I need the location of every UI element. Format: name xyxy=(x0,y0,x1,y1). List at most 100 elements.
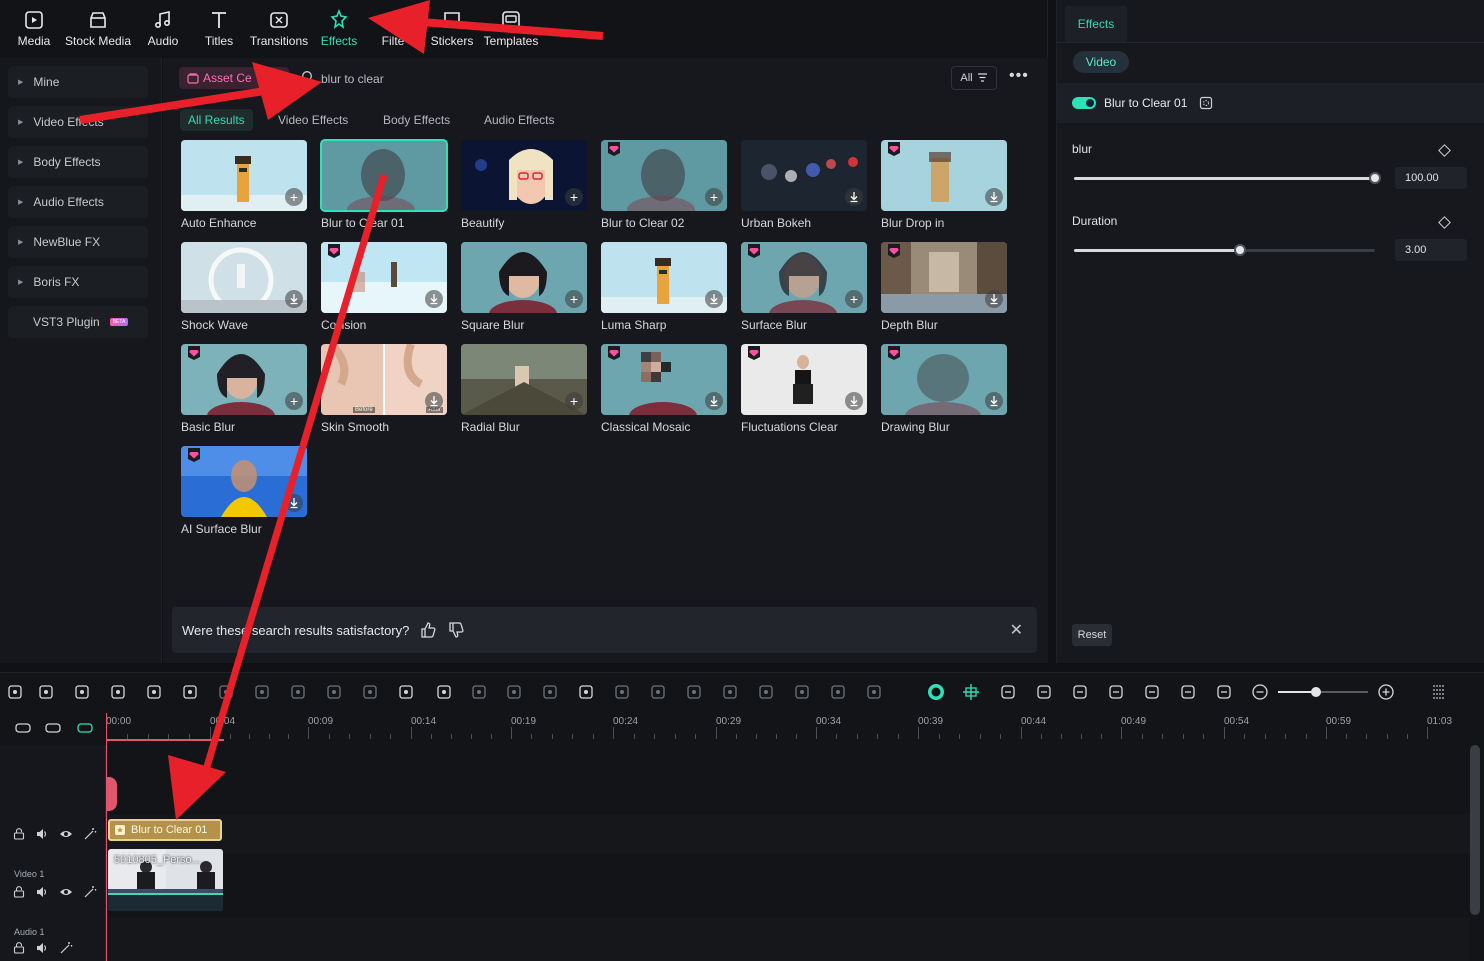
download-icon[interactable] xyxy=(985,188,1003,206)
effect-card[interactable]: Collision xyxy=(321,242,447,332)
close-icon[interactable]: ✕ xyxy=(1010,620,1023,640)
select-icon[interactable] xyxy=(37,683,55,701)
lock-icon[interactable] xyxy=(12,885,26,899)
effect-card[interactable]: + Auto Enhance xyxy=(181,140,307,230)
effect-card[interactable]: Blur Drop in xyxy=(881,140,1007,230)
sidebar-item-newblue-fx[interactable]: ▶ NewBlue FX xyxy=(8,226,148,258)
marker-icon[interactable] xyxy=(217,683,235,701)
effect-card[interactable]: Fluctuations Clear xyxy=(741,344,867,434)
add-icon[interactable]: + xyxy=(565,392,583,410)
speaker-icon[interactable] xyxy=(35,827,49,841)
voiceover-icon[interactable] xyxy=(1143,683,1161,701)
sidebar-item-body-effects[interactable]: ▶ Body Effects xyxy=(8,146,148,178)
download-icon[interactable] xyxy=(285,290,303,308)
effect-enable-toggle[interactable] xyxy=(1072,97,1096,109)
keyframe-diamond-icon[interactable] xyxy=(1438,216,1451,229)
playhead-handle[interactable] xyxy=(106,777,117,811)
video-clip[interactable]: 5010805_Perso... xyxy=(108,849,223,911)
download-icon[interactable] xyxy=(285,494,303,512)
microphone-icon[interactable] xyxy=(1107,683,1125,701)
stabilize-icon[interactable] xyxy=(613,683,631,701)
sidebar-item-mine[interactable]: ▶ Mine xyxy=(8,66,148,98)
param-slider-blur[interactable] xyxy=(1074,172,1381,184)
zoom-out-icon[interactable] xyxy=(1251,683,1269,701)
effect-thumbnail[interactable] xyxy=(881,344,1007,415)
sidebar-item-video-effects[interactable]: ▶ Video Effects xyxy=(8,106,148,138)
effect-preview-icon[interactable] xyxy=(1199,96,1213,110)
add-icon[interactable]: + xyxy=(285,188,303,206)
layout-icon[interactable] xyxy=(6,683,24,701)
rectangle-icon[interactable] xyxy=(435,683,453,701)
ai-assistant-icon[interactable] xyxy=(927,683,945,701)
effect-card[interactable]: + Blur to Clear 02 xyxy=(601,140,727,230)
zoom-in-icon[interactable] xyxy=(1377,683,1395,701)
effect-card[interactable]: Luma Sharp xyxy=(601,242,727,332)
param-slider-duration[interactable] xyxy=(1074,244,1375,256)
color-icon[interactable] xyxy=(505,683,523,701)
effect-thumbnail[interactable]: + xyxy=(601,140,727,211)
tab-effects[interactable]: Effects xyxy=(1065,6,1127,42)
speaker-icon[interactable] xyxy=(35,941,49,955)
voice-icon[interactable] xyxy=(829,683,847,701)
tab-templates[interactable]: Templates xyxy=(471,0,551,56)
download-icon[interactable] xyxy=(705,290,723,308)
translate-icon[interactable] xyxy=(865,683,883,701)
effect-thumbnail[interactable]: + xyxy=(461,140,587,211)
param-value-input[interactable]: 3.00 xyxy=(1395,239,1467,261)
effect-thumbnail[interactable] xyxy=(181,242,307,313)
param-value-input[interactable]: 100.00 xyxy=(1395,167,1467,189)
eye-icon[interactable] xyxy=(59,885,73,899)
audio-adjust-icon[interactable] xyxy=(361,683,379,701)
asset-center-button[interactable]: Asset Ce xyxy=(179,67,289,89)
sidebar-item-audio-effects[interactable]: ▶ Audio Effects xyxy=(8,186,148,218)
ai-speed-icon[interactable] xyxy=(145,683,163,701)
link-icon[interactable] xyxy=(14,719,32,737)
audio-wave-icon[interactable] xyxy=(757,683,775,701)
effect-card[interactable]: + Square Blur xyxy=(461,242,587,332)
zoom-knob[interactable] xyxy=(1310,687,1321,697)
effect-card[interactable]: Before After Skin Smooth xyxy=(321,344,447,434)
effect-thumbnail[interactable]: + xyxy=(181,344,307,415)
download-icon[interactable] xyxy=(845,188,863,206)
timeline-vertical-scrollbar[interactable] xyxy=(1470,745,1480,915)
effect-thumbnail[interactable]: + xyxy=(741,242,867,313)
tts-icon[interactable] xyxy=(721,683,739,701)
download-icon[interactable] xyxy=(845,392,863,410)
effect-card[interactable]: Urban Bokeh xyxy=(741,140,867,230)
effect-card[interactable]: AI Surface Blur xyxy=(181,446,307,536)
add-icon[interactable]: + xyxy=(845,290,863,308)
add-icon[interactable]: + xyxy=(565,290,583,308)
thumbs-down-icon[interactable] xyxy=(447,621,465,639)
tab-body-effects[interactable]: Body Effects xyxy=(375,109,458,131)
reset-button[interactable]: Reset xyxy=(1072,624,1112,646)
snap-icon[interactable] xyxy=(962,683,980,701)
effect-thumbnail[interactable] xyxy=(321,242,447,313)
download-icon[interactable] xyxy=(985,290,1003,308)
preview-quality-icon[interactable] xyxy=(1179,683,1197,701)
effect-thumbnail[interactable]: Before After xyxy=(321,344,447,415)
effect-card[interactable]: Drawing Blur xyxy=(881,344,1007,434)
effect-thumbnail[interactable] xyxy=(601,242,727,313)
add-icon[interactable]: + xyxy=(705,188,723,206)
crop-icon[interactable] xyxy=(289,683,307,701)
timer-icon[interactable] xyxy=(577,683,595,701)
shield-icon[interactable] xyxy=(1071,683,1089,701)
tab-video-effects[interactable]: Video Effects xyxy=(270,109,356,131)
keyframe-diamond-icon[interactable] xyxy=(1438,144,1451,157)
sidebar-item-boris-fx[interactable]: ▶ Boris FX xyxy=(8,266,148,298)
search-input[interactable] xyxy=(321,68,561,90)
text-icon[interactable] xyxy=(397,683,415,701)
mask-icon[interactable] xyxy=(541,683,559,701)
effect-card[interactable]: Blur to Clear 01 xyxy=(320,139,448,230)
effect-thumbnail[interactable] xyxy=(601,344,727,415)
track-add-icon[interactable] xyxy=(76,719,94,737)
tab-all-results[interactable]: All Results xyxy=(180,109,253,131)
add-icon[interactable]: + xyxy=(565,188,583,206)
effect-thumbnail[interactable]: + xyxy=(461,344,587,415)
download-icon[interactable] xyxy=(705,392,723,410)
video-category-pill[interactable]: Video xyxy=(1073,51,1129,73)
playback-icon[interactable] xyxy=(1035,683,1053,701)
cut-icon[interactable] xyxy=(253,683,271,701)
effect-card[interactable]: + Beautify xyxy=(461,140,587,230)
effect-clip[interactable]: Blur to Clear 01 xyxy=(108,819,222,841)
